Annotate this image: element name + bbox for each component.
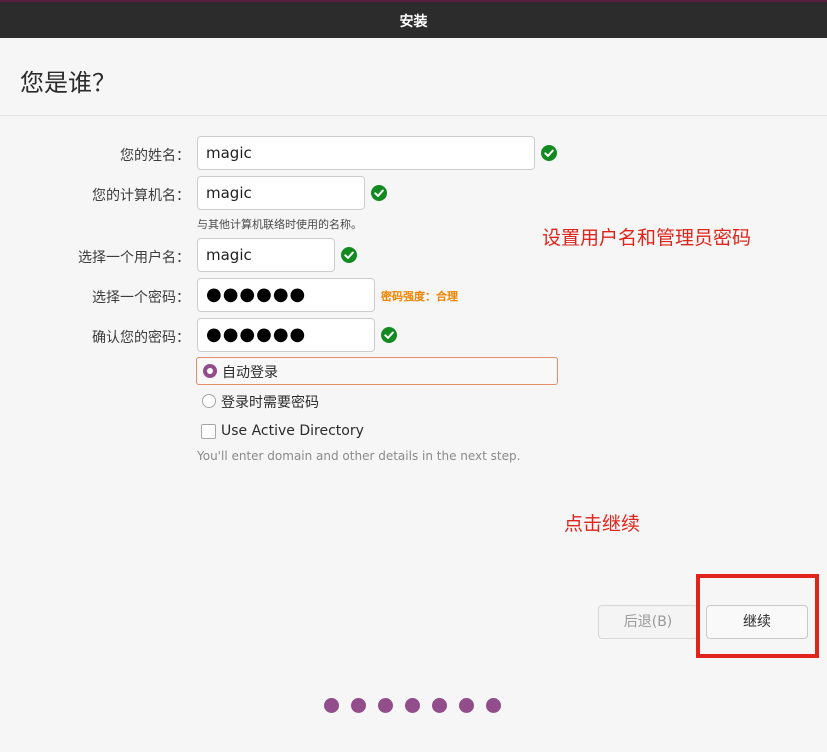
confirm-password-input[interactable]: ●●●●●● <box>197 318 375 352</box>
computer-name-input[interactable]: magic <box>197 176 365 210</box>
name-input[interactable]: magic <box>197 136 535 170</box>
confirm-password-label: 确认您的密码： <box>92 330 190 346</box>
username-label: 选择一个用户名： <box>78 250 190 266</box>
username-valid-check-icon <box>341 247 357 263</box>
auto-login-label: 自动登录 <box>222 365 278 381</box>
password-label: 选择一个密码： <box>92 290 190 306</box>
require-password-option[interactable]: 登录时需要密码 <box>196 388 558 416</box>
active-directory-checkbox[interactable] <box>201 424 216 439</box>
page-title: 您是谁？ <box>20 69 116 97</box>
back-button[interactable]: 后退(B) <box>598 605 698 639</box>
continue-annotation: 点击继续 <box>564 513 641 535</box>
require-password-radio[interactable] <box>202 394 216 408</box>
progress-dot <box>486 698 501 713</box>
continue-highlight-box <box>696 574 819 658</box>
active-directory-label[interactable]: Use Active Directory <box>221 423 364 439</box>
auto-login-radio[interactable] <box>203 364 217 378</box>
require-password-label: 登录时需要密码 <box>221 395 319 411</box>
computer-name-label: 您的计算机名： <box>92 188 190 204</box>
progress-dot <box>378 698 393 713</box>
auto-login-option[interactable]: 自动登录 <box>196 357 558 385</box>
progress-dot <box>351 698 366 713</box>
progress-dot <box>324 698 339 713</box>
window-title: 安装 <box>399 14 428 30</box>
active-directory-note: You'll enter domain and other details in… <box>197 449 521 463</box>
progress-dot <box>432 698 447 713</box>
confirm-password-valid-check-icon <box>381 327 397 343</box>
setup-annotation: 设置用户名和管理员密码 <box>542 227 752 249</box>
progress-dot <box>459 698 474 713</box>
title-bar: 安装 <box>0 0 827 38</box>
computer-name-hint: 与其他计算机联络时使用的名称。 <box>197 218 362 231</box>
username-input[interactable]: magic <box>197 238 335 272</box>
name-label: 您的姓名： <box>120 148 190 164</box>
password-strength: 密码强度：合理 <box>381 290 458 303</box>
header-divider <box>0 115 827 116</box>
name-valid-check-icon <box>541 145 557 161</box>
computer-name-valid-check-icon <box>371 185 387 201</box>
progress-dot <box>405 698 420 713</box>
password-input[interactable]: ●●●●●● <box>197 278 375 312</box>
